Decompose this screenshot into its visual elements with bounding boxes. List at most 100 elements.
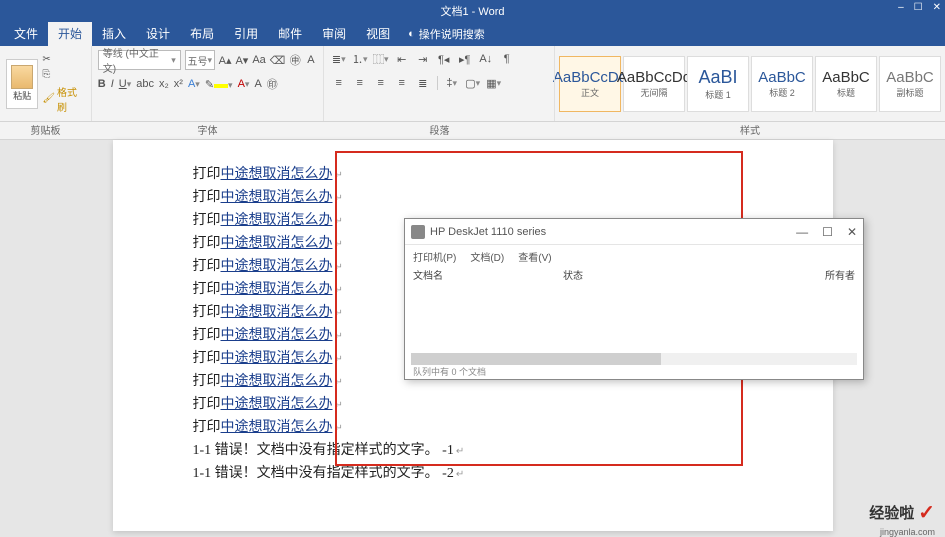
font-color-button[interactable]: A▾ (238, 78, 250, 90)
style-label: 标题 (837, 86, 855, 99)
tab-home[interactable]: 开始 (48, 21, 92, 46)
tab-design[interactable]: 设计 (136, 21, 180, 46)
text-effects-button[interactable]: A▾ (188, 78, 200, 90)
clear-format-button[interactable]: ⌫ (270, 52, 286, 68)
bullets-button[interactable]: ≣▾ (330, 50, 348, 68)
align-right-button[interactable]: ≡ (372, 74, 390, 92)
label-font: 字体 (92, 122, 324, 139)
superscript-button[interactable]: x² (174, 78, 183, 90)
style-nospacing[interactable]: AaBbCcDd无间隔 (623, 56, 685, 112)
font-size-select[interactable]: 五号▾ (185, 50, 215, 70)
tab-layout[interactable]: 布局 (180, 21, 224, 46)
align-left-button[interactable]: ≡ (330, 74, 348, 92)
phonetic-button[interactable]: ㊥ (289, 52, 301, 68)
copy-button[interactable]: ⎘ (42, 69, 84, 80)
decrease-indent-button[interactable]: ⇤ (393, 50, 411, 68)
label-paragraph: 段落 (324, 122, 556, 139)
scrollbar-thumb[interactable] (411, 353, 661, 365)
group-styles: AaBbCcDd正文 AaBbCcDd无间隔 AaBI标题 1 AaBbC标题 … (555, 46, 945, 121)
dialog-title: HP DeskJet 1110 series (430, 226, 546, 238)
col-owner[interactable]: 所有者 (713, 267, 855, 285)
label-clipboard: 剪贴板 (0, 122, 92, 139)
style-heading1[interactable]: AaBI标题 1 (687, 56, 749, 112)
doc-line[interactable]: 打印中途想取消怎么办↵ (193, 186, 763, 206)
doc-error-line[interactable]: 1-1 错误！文档中没有指定样式的文字。 -2↵ (193, 462, 763, 482)
change-case-button[interactable]: Aa (252, 52, 265, 68)
show-marks-button[interactable]: ¶ (498, 50, 516, 68)
watermark-text: 经验啦 (869, 502, 914, 523)
tell-me-label: 操作说明搜索 (419, 26, 485, 42)
doc-line[interactable]: 打印中途想取消怎么办↵ (193, 416, 763, 436)
style-label: 标题 1 (705, 88, 731, 101)
borders-button[interactable]: ▦▾ (485, 74, 503, 92)
char-border-button[interactable]: A (305, 52, 317, 68)
italic-button[interactable]: I (111, 78, 114, 90)
shrink-font-button[interactable]: A▾ (235, 52, 248, 68)
justify-button[interactable]: ≡ (393, 74, 411, 92)
print-queue-dialog[interactable]: HP DeskJet 1110 series — ☐ ✕ 打印机(P) 文档(D… (404, 218, 864, 380)
ltr-button[interactable]: ¶◂ (435, 50, 453, 68)
window-controls: – ☐ ✕ (898, 2, 941, 13)
tab-mailings[interactable]: 邮件 (268, 21, 312, 46)
separator (437, 76, 438, 90)
doc-error-line[interactable]: 1-1 错误！文档中没有指定样式的文字。 -1↵ (193, 439, 763, 459)
maximize-icon[interactable]: ☐ (914, 2, 923, 13)
ribbon: 粘贴 ✂ ⎘ 🖌 格式刷 等线 (中文正文)▾ 五号▾ A▴ A▾ Aa ⌫ ㊥… (0, 46, 945, 122)
style-sample: AaBI (698, 67, 737, 88)
style-label: 正文 (581, 86, 599, 99)
align-center-button[interactable]: ≡ (351, 74, 369, 92)
sort-button[interactable]: A↓ (477, 50, 495, 68)
tab-file[interactable]: 文件 (4, 21, 48, 46)
shading-button[interactable]: ▢▾ (464, 74, 482, 92)
strike-button[interactable]: abc (136, 78, 154, 90)
close-icon[interactable]: ✕ (933, 2, 941, 13)
subscript-button[interactable]: x₂ (159, 78, 169, 90)
menu-document[interactable]: 文档(D) (470, 249, 504, 264)
style-subtitle[interactable]: AaBbC副标题 (879, 56, 941, 112)
enclose-char-button[interactable]: ㊞ (267, 76, 278, 92)
dialog-scrollbar[interactable] (411, 353, 857, 365)
tab-view[interactable]: 视图 (356, 21, 400, 46)
dialog-close-icon[interactable]: ✕ (847, 225, 857, 239)
cut-button[interactable]: ✂ (42, 54, 84, 65)
tab-review[interactable]: 审阅 (312, 21, 356, 46)
dialog-maximize-icon[interactable]: ☐ (822, 225, 833, 239)
underline-button[interactable]: U▾ (119, 78, 131, 90)
char-shading-button[interactable]: A (254, 78, 261, 90)
line-spacing-button[interactable]: ‡▾ (443, 74, 461, 92)
style-label: 无间隔 (640, 86, 667, 99)
menu-printer[interactable]: 打印机(P) (413, 249, 456, 264)
style-title[interactable]: AaBbC标题 (815, 56, 877, 112)
col-status[interactable]: 状态 (563, 267, 713, 285)
group-clipboard: 粘贴 ✂ ⎘ 🖌 格式刷 (0, 46, 92, 121)
style-sample: AaBbC (886, 69, 934, 86)
font-size-value: 五号 (187, 53, 207, 68)
bold-button[interactable]: B (98, 78, 106, 90)
minimize-icon[interactable]: – (898, 2, 904, 13)
style-heading2[interactable]: AaBbC标题 2 (751, 56, 813, 112)
numbering-button[interactable]: ⒈▾ (351, 50, 369, 68)
paste-button[interactable]: 粘贴 (6, 59, 38, 109)
grow-font-button[interactable]: A▴ (219, 52, 232, 68)
dialog-titlebar[interactable]: HP DeskJet 1110 series — ☐ ✕ (405, 219, 863, 245)
font-name-select[interactable]: 等线 (中文正文)▾ (98, 50, 181, 70)
multilevel-button[interactable]: ⿲▾ (372, 50, 390, 68)
tab-insert[interactable]: 插入 (92, 21, 136, 46)
font-name-value: 等线 (中文正文) (103, 45, 172, 75)
menu-view[interactable]: 查看(V) (518, 249, 551, 264)
distribute-button[interactable]: ≣ (414, 74, 432, 92)
highlight-button[interactable]: ✎▾ (205, 78, 233, 91)
doc-line[interactable]: 打印中途想取消怎么办↵ (193, 393, 763, 413)
dialog-minimize-icon[interactable]: — (796, 225, 808, 239)
increase-indent-button[interactable]: ⇥ (414, 50, 432, 68)
col-docname[interactable]: 文档名 (413, 267, 563, 285)
rtl-button[interactable]: ▸¶ (456, 50, 474, 68)
format-painter-button[interactable]: 🖌 格式刷 (42, 84, 84, 114)
style-normal[interactable]: AaBbCcDd正文 (559, 56, 621, 112)
style-sample: AaBbCcDd (617, 69, 691, 86)
tab-references[interactable]: 引用 (224, 21, 268, 46)
tell-me[interactable]: ◐ 操作说明搜索 (400, 22, 493, 46)
style-label: 副标题 (896, 86, 923, 99)
title-bar: 文档1 - Word – ☐ ✕ (0, 0, 945, 22)
doc-line[interactable]: 打印中途想取消怎么办↵ (193, 163, 763, 183)
